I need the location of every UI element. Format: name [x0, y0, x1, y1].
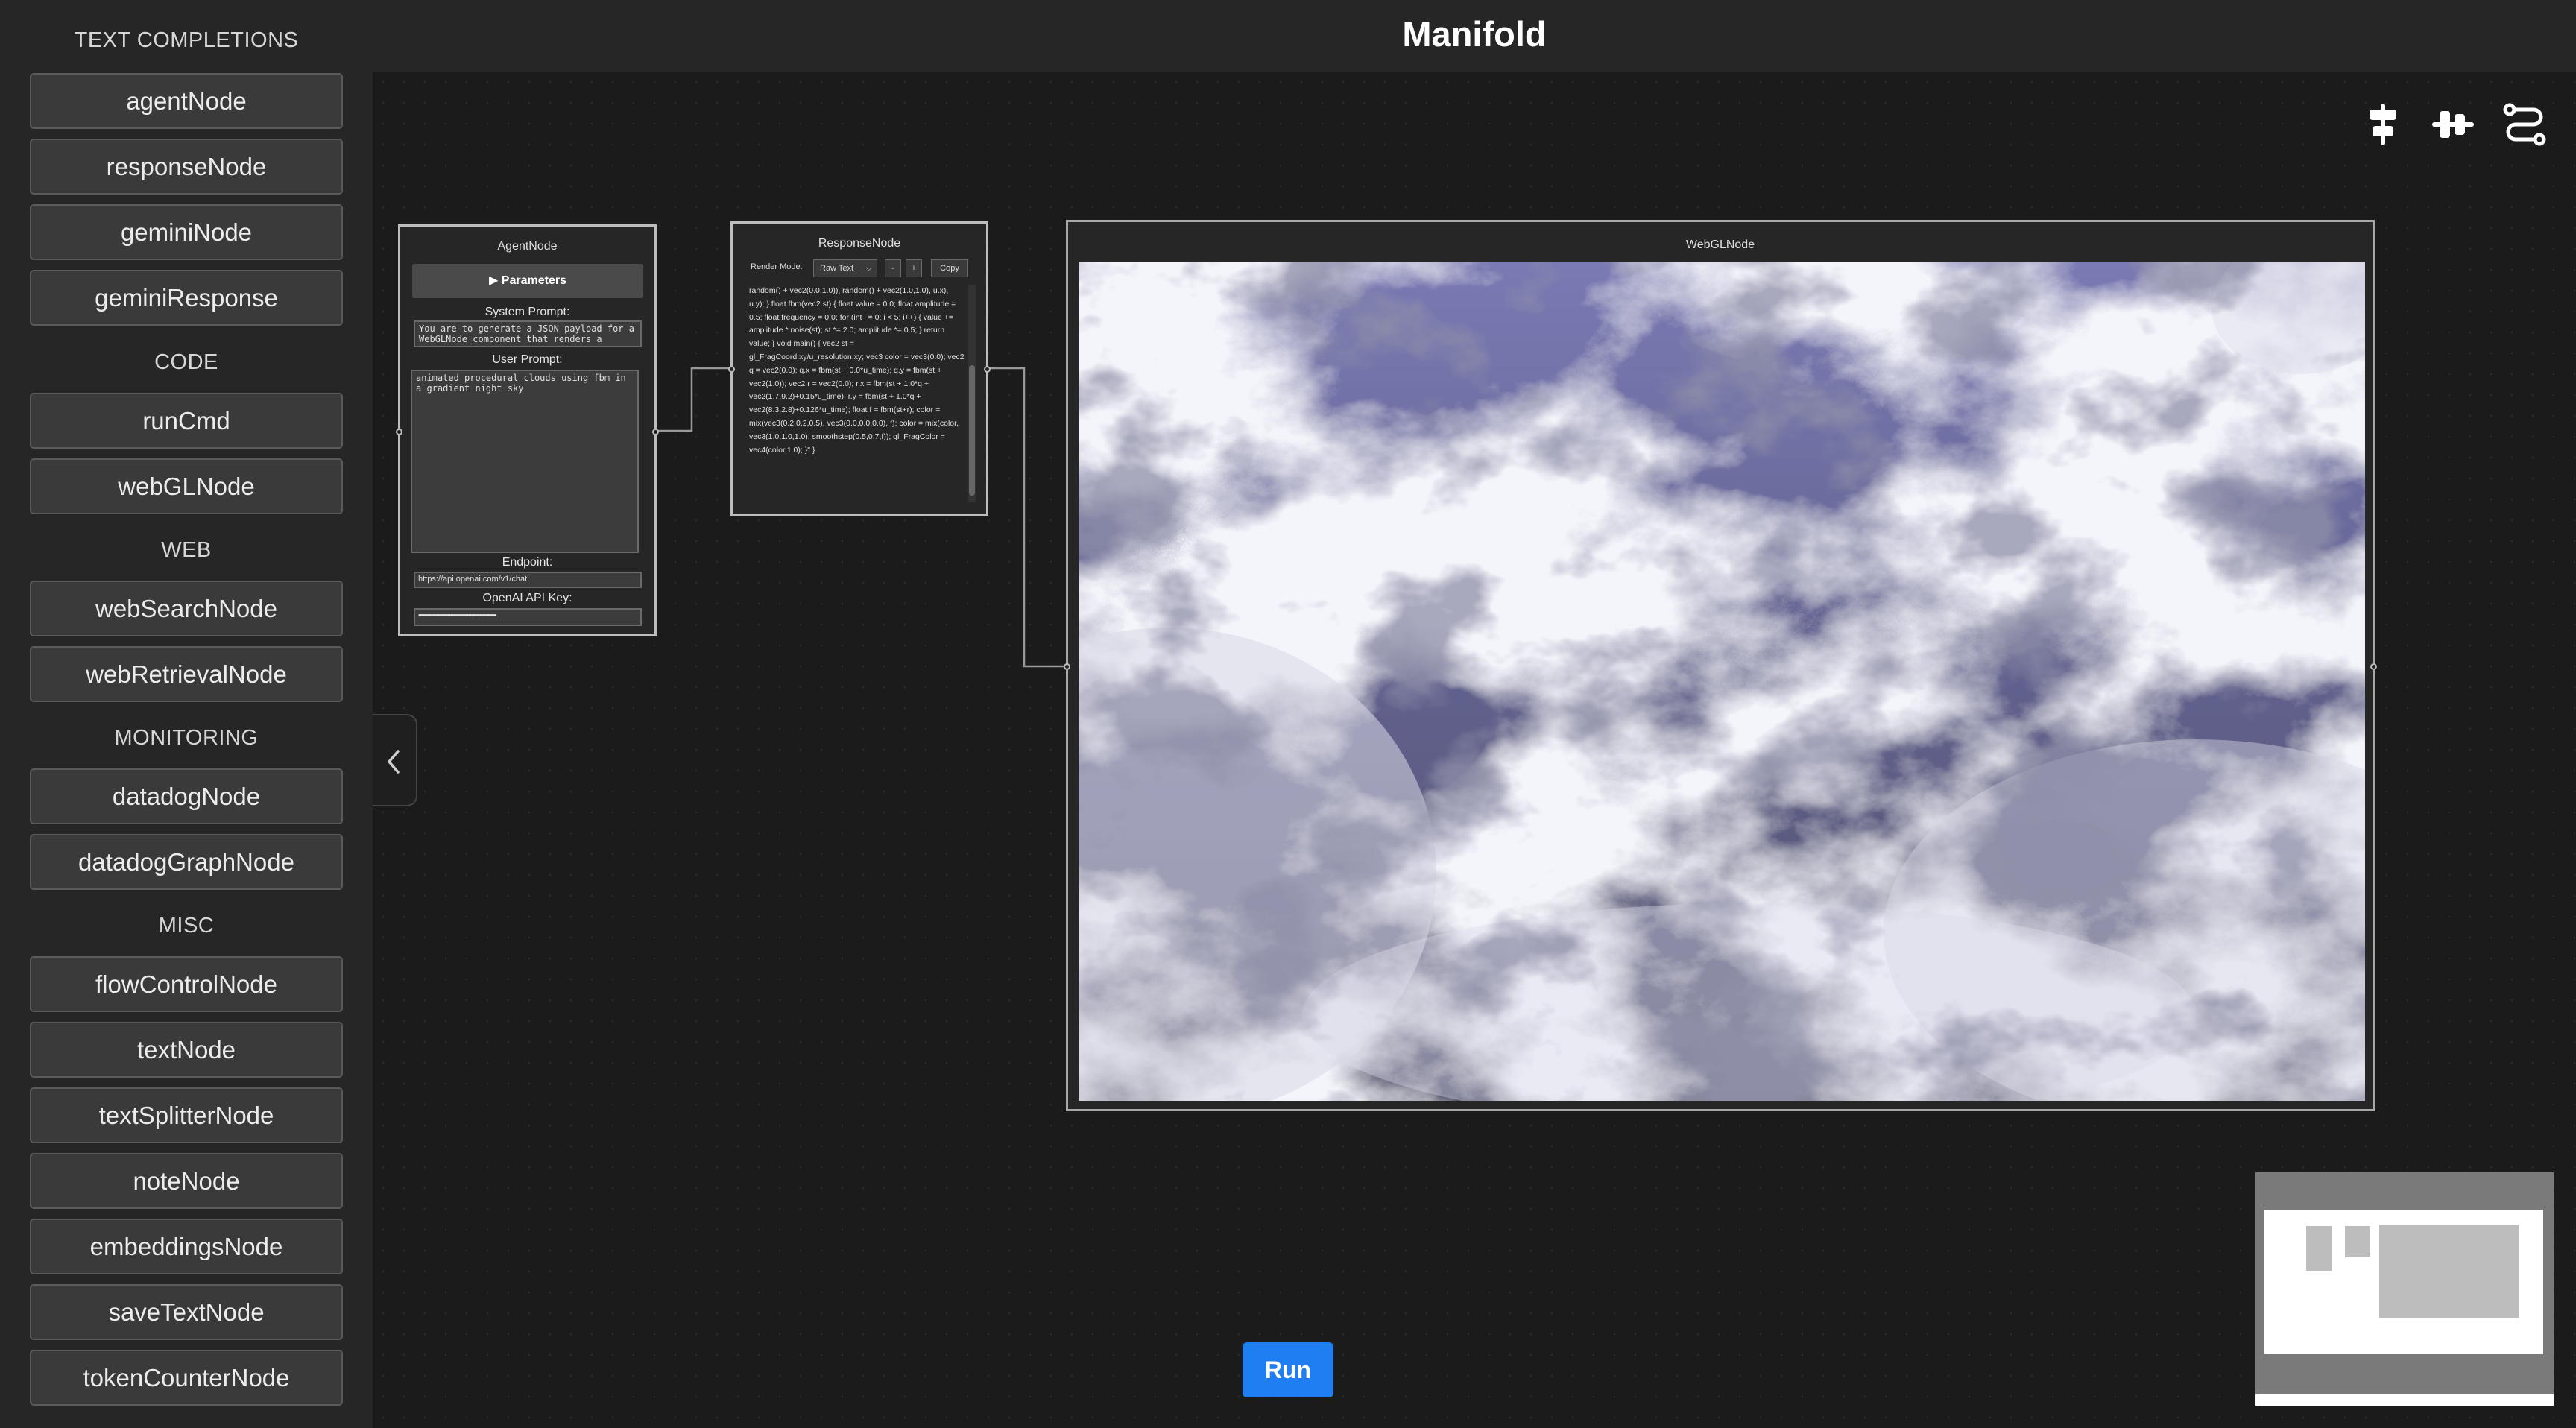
system-prompt-input[interactable]: You are to generate a JSON payload for a… — [414, 320, 642, 347]
copy-button[interactable]: Copy — [931, 259, 968, 277]
align-horizontal-icon[interactable] — [2429, 101, 2477, 148]
chevron-down-icon: ⌵ — [865, 264, 872, 273]
sidebar-collapse-button[interactable] — [373, 714, 417, 806]
agent-node-title: AgentNode — [497, 240, 558, 253]
endpoint-label: Endpoint: — [502, 556, 553, 569]
run-button[interactable]: Run — [1243, 1342, 1333, 1397]
system-prompt-label: System Prompt: — [484, 306, 570, 318]
user-prompt-label: User Prompt: — [492, 353, 563, 366]
webgl-node[interactable]: WebGLNode — [1064, 220, 2377, 1111]
zoom-out-button[interactable]: - — [885, 259, 901, 277]
agent-input-handle[interactable] — [396, 429, 402, 435]
response-input-handle[interactable] — [728, 366, 735, 373]
minimap[interactable] — [2255, 1172, 2554, 1406]
minimap-response-node — [2345, 1226, 2370, 1257]
response-node-title: ResponseNode — [818, 237, 901, 250]
webgl-node-title: WebGLNode — [1685, 238, 1755, 251]
endpoint-input[interactable]: https://api.openai.com/v1/chat — [414, 572, 642, 588]
minimap-webgl-node — [2379, 1225, 2519, 1318]
webgl-canvas[interactable] — [1079, 262, 2365, 1101]
zoom-in-button[interactable]: + — [906, 259, 922, 277]
agent-output-handle[interactable] — [652, 429, 659, 435]
agent-node[interactable]: AgentNode ▶ Parameters System Prompt: Yo… — [396, 224, 659, 636]
api-key-input[interactable]: ••••••••••••••••••••••••••••••••••••••••… — [414, 608, 642, 626]
render-mode-select[interactable]: Raw Text ⌵ — [813, 259, 877, 277]
route-icon[interactable] — [2501, 101, 2548, 148]
response-scrollbar-thumb[interactable] — [969, 365, 975, 496]
render-mode-value: Raw Text — [820, 264, 854, 273]
webgl-input-handle[interactable] — [1064, 663, 1070, 670]
chevron-left-icon — [387, 750, 400, 774]
edge-response-to-webgl — [988, 367, 1066, 668]
edge-agent-to-response — [657, 367, 730, 432]
render-mode-label: Render Mode: — [751, 262, 803, 271]
align-vertical-icon[interactable] — [2359, 101, 2407, 148]
api-key-label: OpenAI API Key: — [482, 592, 572, 604]
response-output-handle[interactable] — [984, 366, 991, 373]
parameters-toggle[interactable]: ▶ Parameters — [412, 264, 643, 298]
minimap-agent-node — [2306, 1226, 2332, 1271]
webgl-output-handle[interactable] — [2370, 663, 2377, 670]
user-prompt-input[interactable]: animated procedural clouds using fbm in … — [411, 370, 639, 553]
response-output-text: random() + vec2(0.0,1.0)), random() + ve… — [749, 286, 965, 455]
response-node[interactable]: ResponseNode Render Mode: Raw Text ⌵ - + … — [728, 221, 991, 516]
minimap-bottom-bar — [2255, 1394, 2554, 1406]
